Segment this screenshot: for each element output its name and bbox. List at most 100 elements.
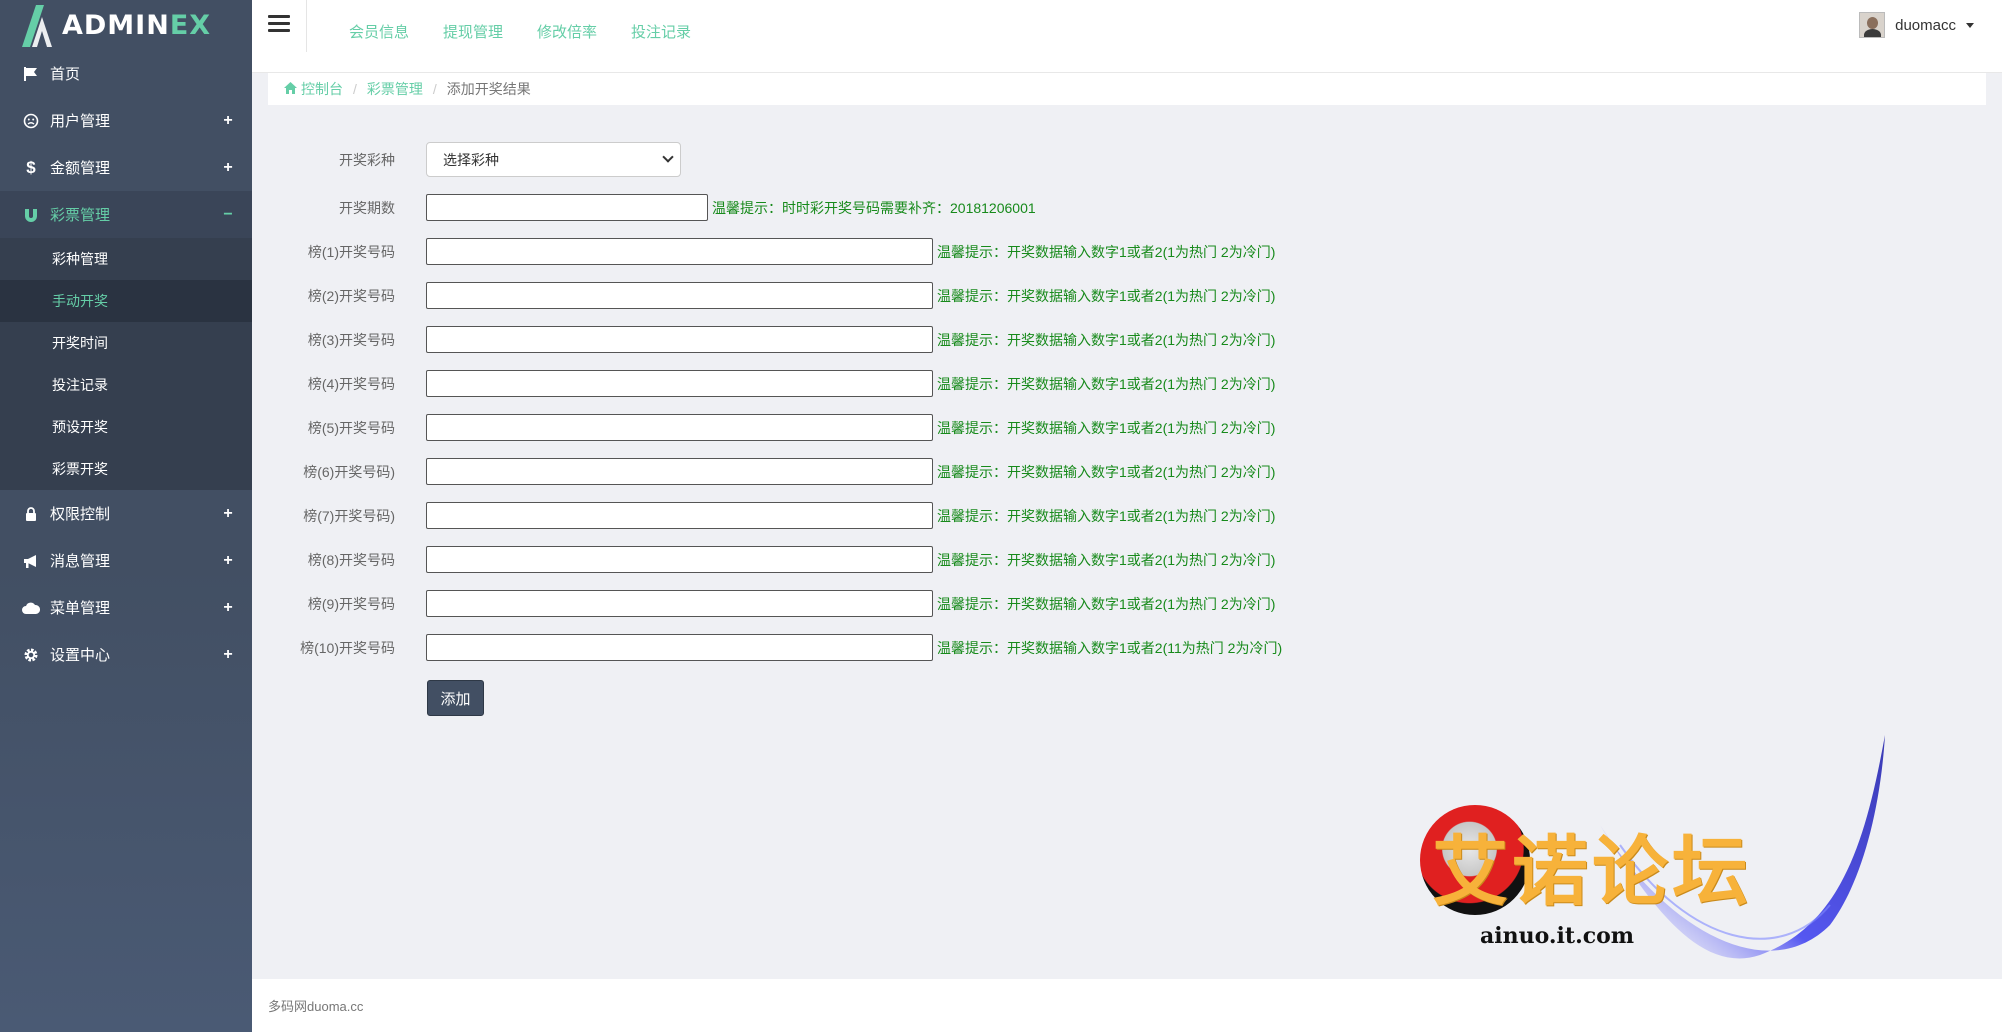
sidebar-item-lottery[interactable]: 彩票管理 − bbox=[0, 191, 252, 238]
form-row-number-3: 榜(3)开奖号码 温馨提示：开奖数据输入数字1或者2(1为热门 2为冷门) bbox=[252, 326, 1275, 353]
top-link-member-info[interactable]: 会员信息 bbox=[349, 21, 409, 42]
number-hint: 温馨提示：开奖数据输入数字1或者2(1为热门 2为冷门) bbox=[937, 419, 1276, 436]
expand-icon: + bbox=[223, 598, 233, 616]
sidebar-item-label: 消息管理 bbox=[50, 553, 111, 570]
breadcrumb-section[interactable]: 彩票管理 bbox=[367, 79, 423, 99]
breadcrumb-current: 添加开奖结果 bbox=[446, 81, 531, 97]
collapse-icon: − bbox=[223, 205, 233, 223]
expand-icon: + bbox=[223, 158, 233, 176]
dollar-icon: $ bbox=[26, 157, 36, 177]
hamburger-menu-icon[interactable] bbox=[268, 15, 290, 37]
number-input-2[interactable] bbox=[426, 282, 933, 309]
submenu-item-manual-draw[interactable]: 手动开奖 bbox=[0, 280, 252, 322]
number-label: 榜(7)开奖号码) bbox=[303, 507, 395, 524]
number-input-3[interactable] bbox=[426, 326, 933, 353]
number-hint: 温馨提示：开奖数据输入数字1或者2(11为热门 2为冷门) bbox=[937, 639, 1283, 656]
sidebar-item-messages[interactable]: 消息管理 + bbox=[0, 537, 252, 584]
number-input-4[interactable] bbox=[426, 370, 933, 397]
lottery-type-label: 开奖彩种 bbox=[339, 151, 395, 168]
submenu-item-lottery-types[interactable]: 彩种管理 bbox=[0, 238, 252, 280]
number-label: 榜(9)开奖号码 bbox=[307, 595, 395, 612]
number-hint: 温馨提示：开奖数据输入数字1或者2(1为热门 2为冷门) bbox=[937, 463, 1276, 480]
period-input[interactable] bbox=[426, 194, 708, 221]
number-hint: 温馨提示：开奖数据输入数字1或者2(1为热门 2为冷门) bbox=[937, 551, 1276, 568]
sidebar-item-label: 首页 bbox=[50, 66, 81, 83]
form-row-period: 开奖期数 温馨提示：时时彩开奖号码需要补齐：20181206001 bbox=[252, 194, 1036, 221]
lottery-submenu: 彩种管理 手动开奖 开奖时间 投注记录 预设开奖 彩票开奖 bbox=[0, 238, 252, 490]
gear-icon bbox=[22, 646, 40, 664]
top-link-modify-rate[interactable]: 修改倍率 bbox=[537, 21, 597, 42]
period-hint: 温馨提示：时时彩开奖号码需要补齐：20181206001 bbox=[712, 199, 1036, 216]
number-hint: 温馨提示：开奖数据输入数字1或者2(1为热门 2为冷门) bbox=[937, 287, 1276, 304]
number-hint: 温馨提示：开奖数据输入数字1或者2(1为热门 2为冷门) bbox=[937, 595, 1276, 612]
top-link-bet-records[interactable]: 投注记录 bbox=[631, 21, 691, 42]
forum-watermark: 艾诺论坛 ainuo.it.com bbox=[1410, 735, 1890, 995]
sidebar-item-label: 用户管理 bbox=[50, 113, 111, 130]
submenu-item-bet-records[interactable]: 投注记录 bbox=[0, 364, 252, 406]
period-label: 开奖期数 bbox=[339, 199, 395, 216]
sidebar-item-home[interactable]: 首页 bbox=[0, 50, 252, 97]
cloud-icon bbox=[22, 599, 40, 617]
submenu-item-preset-draw[interactable]: 预设开奖 bbox=[0, 406, 252, 448]
expand-icon: + bbox=[223, 551, 233, 569]
number-input-6[interactable] bbox=[426, 458, 933, 485]
form-row-number-2: 榜(2)开奖号码 温馨提示：开奖数据输入数字1或者2(1为热门 2为冷门) bbox=[252, 282, 1275, 309]
number-input-10[interactable] bbox=[426, 634, 933, 661]
number-label: 榜(3)开奖号码 bbox=[307, 331, 395, 348]
number-hint: 温馨提示：开奖数据输入数字1或者2(1为热门 2为冷门) bbox=[937, 331, 1276, 348]
header-divider bbox=[306, 0, 307, 52]
flag-icon bbox=[22, 65, 40, 83]
lottery-type-select[interactable]: 选择彩种 bbox=[426, 142, 681, 177]
caret-down-icon bbox=[1966, 22, 1974, 28]
logo-mark-icon bbox=[18, 3, 56, 47]
form-row-lottery: 开奖彩种 选择彩种 bbox=[252, 142, 681, 177]
chevron-down-icon bbox=[662, 151, 674, 163]
form-row-number-4: 榜(4)开奖号码 温馨提示：开奖数据输入数字1或者2(1为热门 2为冷门) bbox=[252, 370, 1275, 397]
expand-icon: + bbox=[223, 645, 233, 663]
submenu-item-lottery-draw[interactable]: 彩票开奖 bbox=[0, 448, 252, 490]
add-button[interactable]: 添加 bbox=[427, 680, 484, 716]
brand-name-ex: EX bbox=[169, 9, 212, 41]
top-header: 会员信息 提现管理 修改倍率 投注记录 duomacc bbox=[252, 0, 2002, 73]
avatar bbox=[1859, 12, 1886, 38]
form-row-number-9: 榜(9)开奖号码 温馨提示：开奖数据输入数字1或者2(1为热门 2为冷门) bbox=[252, 590, 1275, 617]
number-hint: 温馨提示：开奖数据输入数字1或者2(1为热门 2为冷门) bbox=[937, 243, 1276, 260]
sidebar-item-settings[interactable]: 设置中心 + bbox=[0, 631, 252, 678]
sidebar-item-label: 彩票管理 bbox=[50, 207, 111, 224]
number-label: 榜(8)开奖号码 bbox=[307, 551, 395, 568]
form-row-number-8: 榜(8)开奖号码 温馨提示：开奖数据输入数字1或者2(1为热门 2为冷门) bbox=[252, 546, 1275, 573]
sidebar-item-permissions[interactable]: 权限控制 + bbox=[0, 490, 252, 537]
number-label: 榜(4)开奖号码 bbox=[307, 375, 395, 392]
sidebar-item-label: 金额管理 bbox=[50, 160, 111, 177]
user-menu[interactable]: duomacc bbox=[1859, 12, 1974, 38]
number-label: 榜(6)开奖号码) bbox=[303, 463, 395, 480]
breadcrumb-home[interactable]: 控制台 bbox=[301, 79, 343, 99]
sidebar-item-users[interactable]: 用户管理 + bbox=[0, 97, 252, 144]
number-input-5[interactable] bbox=[426, 414, 933, 441]
form-row-number-6: 榜(6)开奖号码) 温馨提示：开奖数据输入数字1或者2(1为热门 2为冷门) bbox=[252, 458, 1275, 485]
username: duomacc bbox=[1895, 16, 1956, 34]
lock-icon bbox=[22, 505, 40, 523]
sidebar-item-label: 设置中心 bbox=[50, 647, 111, 664]
number-label: 榜(2)开奖号码 bbox=[307, 287, 395, 304]
form-row-number-5: 榜(5)开奖号码 温馨提示：开奖数据输入数字1或者2(1为热门 2为冷门) bbox=[252, 414, 1275, 441]
top-nav: 会员信息 提现管理 修改倍率 投注记录 bbox=[349, 21, 691, 42]
breadcrumb: 控制台 / 彩票管理 / 添加开奖结果 bbox=[268, 73, 1986, 105]
brand-name: ADMINEX bbox=[62, 10, 211, 41]
submenu-item-draw-time[interactable]: 开奖时间 bbox=[0, 322, 252, 364]
logo[interactable]: ADMINEX bbox=[0, 0, 252, 50]
footer-text: 多码网duoma.cc bbox=[268, 999, 364, 1014]
number-input-7[interactable] bbox=[426, 502, 933, 529]
sidebar-item-money[interactable]: $ 金额管理 + bbox=[0, 144, 252, 191]
smile-icon bbox=[22, 112, 40, 130]
sidebar: ADMINEX 首页 用户管理 + $ 金额管理 + 彩票管理 − 彩种管理 手… bbox=[0, 0, 252, 1032]
watermark-title: 艾诺论坛 bbox=[1432, 827, 1752, 916]
breadcrumb-separator: / bbox=[353, 81, 357, 97]
form-row-number-10: 榜(10)开奖号码 温馨提示：开奖数据输入数字1或者2(11为热门 2为冷门) bbox=[252, 634, 1282, 661]
number-input-8[interactable] bbox=[426, 546, 933, 573]
number-input-9[interactable] bbox=[426, 590, 933, 617]
sidebar-item-menus[interactable]: 菜单管理 + bbox=[0, 584, 252, 631]
top-link-withdraw[interactable]: 提现管理 bbox=[443, 21, 503, 42]
magnet-icon bbox=[22, 206, 40, 224]
number-input-1[interactable] bbox=[426, 238, 933, 265]
